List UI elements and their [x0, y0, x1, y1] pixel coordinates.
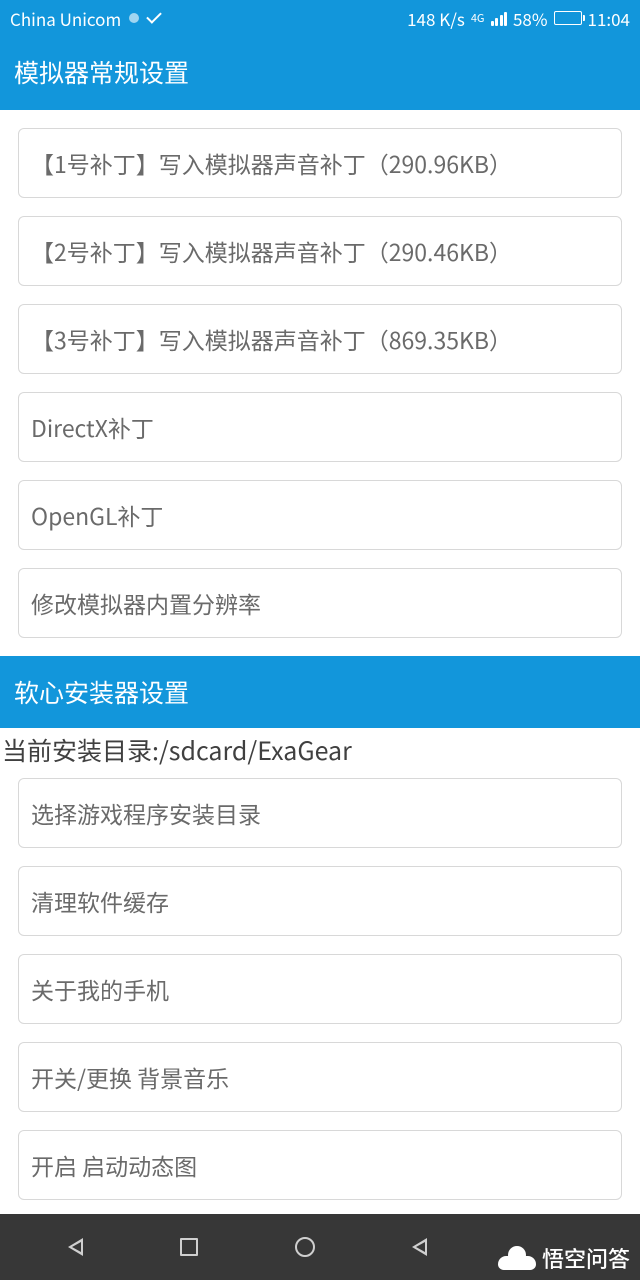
section-header-emulator: 模拟器常规设置: [0, 36, 640, 110]
emulator-settings-list: 【1号补丁】写入模拟器声音补丁（290.96KB） 【2号补丁】写入模拟器声音补…: [0, 110, 640, 638]
back-button[interactable]: [68, 1238, 83, 1256]
patch-2-button[interactable]: 【2号补丁】写入模拟器声音补丁（290.46KB）: [18, 216, 622, 286]
back-triangle-icon-2: [412, 1238, 427, 1256]
circle-icon: [295, 1237, 315, 1257]
status-bar: China Unicom 148 K/s 4G 58% 11:04: [0, 0, 640, 36]
install-path-label: 当前安装目录:/sdcard/ExaGear: [0, 728, 640, 768]
back-triangle-icon: [68, 1238, 83, 1256]
watermark: 悟空问答: [498, 1242, 630, 1274]
home-button[interactable]: [295, 1237, 315, 1257]
installer-settings-list: 选择游戏程序安装目录 清理软件缓存 关于我的手机 开关/更换 背景音乐 开启 启…: [0, 768, 640, 1200]
clear-cache-button[interactable]: 清理软件缓存: [18, 866, 622, 936]
recents-button[interactable]: [180, 1238, 198, 1256]
install-dir-button[interactable]: 选择游戏程序安装目录: [18, 778, 622, 848]
checkmark-icon: [146, 8, 162, 24]
patch-1-button[interactable]: 【1号补丁】写入模拟器声音补丁（290.96KB）: [18, 128, 622, 198]
patch-3-button[interactable]: 【3号补丁】写入模拟器声音补丁（869.35KB）: [18, 304, 622, 374]
battery-pct: 58%: [513, 6, 548, 31]
network-type-icon: 4G: [471, 13, 485, 24]
back-button-right[interactable]: [412, 1238, 427, 1256]
clock: 11:04: [588, 6, 630, 31]
dot-icon: [129, 13, 139, 23]
resolution-button[interactable]: 修改模拟器内置分辨率: [18, 568, 622, 638]
directx-patch-button[interactable]: DirectX补丁: [18, 392, 622, 462]
carrier-label: China Unicom: [10, 6, 121, 31]
signal-icon: [491, 10, 508, 26]
about-phone-button[interactable]: 关于我的手机: [18, 954, 622, 1024]
square-icon: [180, 1238, 198, 1256]
watermark-text: 悟空问答: [542, 1242, 630, 1274]
boot-anim-button[interactable]: 开启 启动动态图: [18, 1130, 622, 1200]
net-speed: 148 K/s: [407, 6, 465, 31]
battery-icon: [554, 11, 582, 25]
opengl-patch-button[interactable]: OpenGL补丁: [18, 480, 622, 550]
section-header-installer: 软心安装器设置: [0, 656, 640, 728]
cloud-icon: [498, 1246, 536, 1270]
bgm-toggle-button[interactable]: 开关/更换 背景音乐: [18, 1042, 622, 1112]
